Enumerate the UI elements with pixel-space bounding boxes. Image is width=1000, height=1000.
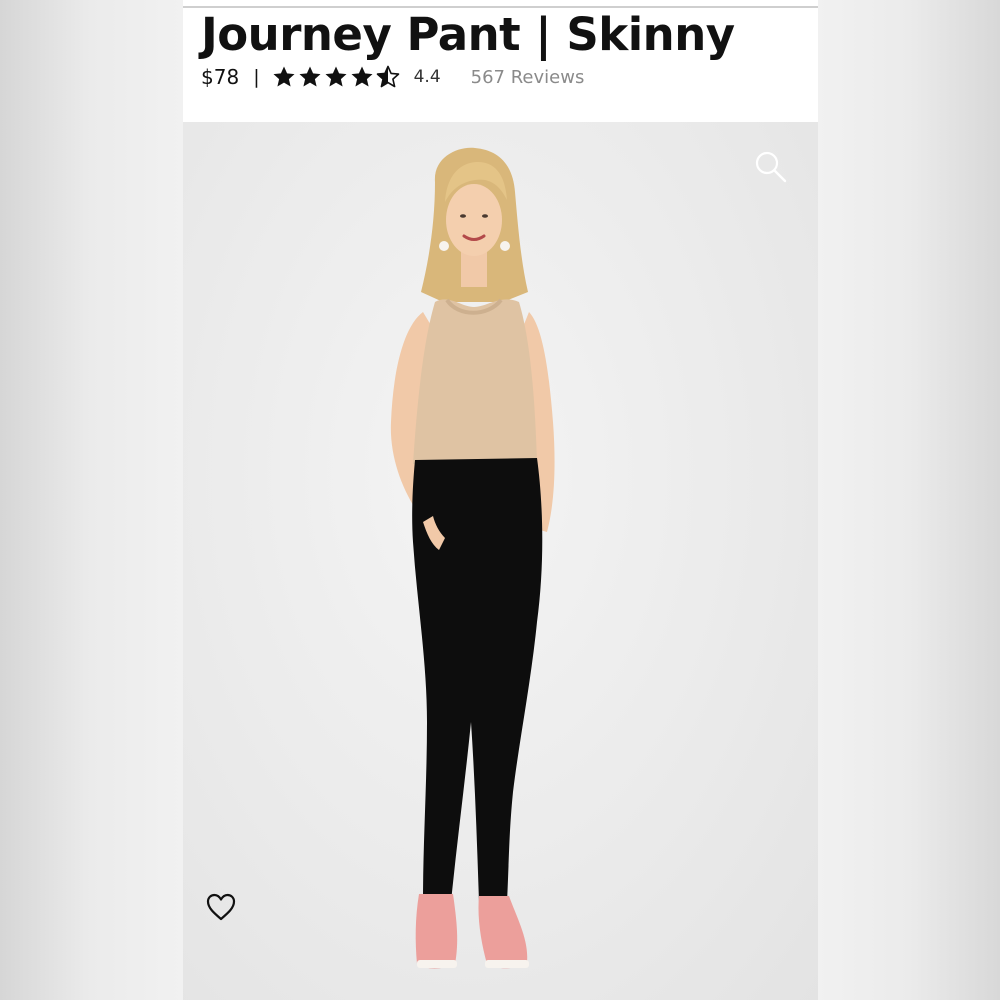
heart-icon — [206, 893, 236, 921]
star-icon — [273, 66, 295, 87]
half-star-icon — [376, 65, 399, 88]
zoom-button[interactable] — [754, 150, 788, 184]
meta-separator: | — [253, 66, 260, 88]
search-icon — [755, 151, 787, 183]
product-image[interactable] — [183, 122, 818, 1000]
product-price: $78 — [201, 65, 240, 89]
star-icon — [351, 66, 373, 87]
product-title: Journey Pant | Skinny — [201, 8, 735, 61]
reviews-link[interactable]: 567 Reviews — [471, 67, 585, 88]
rating-value: 4.4 — [413, 67, 441, 87]
star-rating[interactable] — [272, 65, 402, 89]
product-card: Journey Pant | Skinny $78 | 4.4 567 Revi… — [183, 0, 818, 1000]
product-meta-row: $78 | 4.4 567 Reviews — [201, 62, 584, 92]
star-icon — [299, 66, 321, 87]
star-icon — [325, 66, 347, 87]
favorite-button[interactable] — [205, 892, 237, 922]
model-photo — [390, 147, 555, 969]
